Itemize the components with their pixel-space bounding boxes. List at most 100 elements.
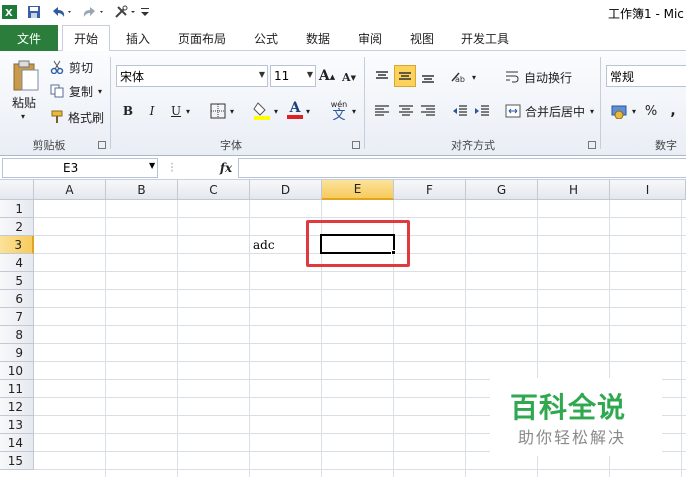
gridline xyxy=(34,217,686,218)
column-header-f[interactable]: F xyxy=(394,180,466,200)
column-header-b[interactable]: B xyxy=(106,180,178,200)
row-header-10[interactable]: 10 xyxy=(0,362,34,380)
tab-home[interactable]: 开始 xyxy=(62,25,110,52)
row-header-14[interactable]: 14 xyxy=(0,434,34,452)
column-header-h[interactable]: H xyxy=(538,180,610,200)
customize-qat-icon[interactable] xyxy=(140,3,150,21)
tab-view[interactable]: 视图 xyxy=(400,25,444,51)
column-header-g[interactable]: G xyxy=(466,180,538,200)
font-color-dropdown-icon[interactable]: ▾ xyxy=(304,103,312,119)
paste-dropdown-icon[interactable]: ▾ xyxy=(18,111,28,121)
row-header-8[interactable]: 8 xyxy=(0,326,34,344)
tab-page-layout[interactable]: 页面布局 xyxy=(170,25,234,51)
row-header-3[interactable]: 3 xyxy=(0,236,34,254)
formula-input[interactable] xyxy=(238,158,686,178)
orientation-dropdown-icon[interactable]: ▾ xyxy=(470,69,478,85)
row-header-1[interactable]: 1 xyxy=(0,200,34,218)
redo-icon[interactable] xyxy=(80,3,106,21)
gridline xyxy=(34,361,686,362)
increase-indent-icon[interactable] xyxy=(472,101,492,121)
wrap-text-button[interactable]: 自动换行 xyxy=(522,67,574,87)
column-header-a[interactable]: A xyxy=(34,180,106,200)
format-painter-button[interactable]: 格式刷 xyxy=(66,109,106,125)
font-launcher-icon[interactable] xyxy=(352,141,360,149)
insert-function-button[interactable]: fx xyxy=(216,159,236,177)
alignment-group-label: 对齐方式 xyxy=(451,139,495,152)
borders-icon[interactable] xyxy=(208,101,228,121)
underline-button[interactable]: U xyxy=(168,101,184,121)
bold-button[interactable]: B xyxy=(120,101,136,121)
comma-button[interactable]: , xyxy=(666,101,680,121)
grow-font-button[interactable]: A ▲ xyxy=(318,65,336,87)
column-header-d[interactable]: D xyxy=(250,180,322,200)
copy-dropdown-icon[interactable]: ▾ xyxy=(96,85,104,97)
phonetic-dropdown-icon[interactable]: ▾ xyxy=(350,103,358,119)
save-icon[interactable] xyxy=(26,3,42,21)
copy-button[interactable]: 复制 xyxy=(66,83,96,99)
paste-icon[interactable] xyxy=(8,57,42,93)
italic-button[interactable]: I xyxy=(144,101,160,121)
font-color-label: A xyxy=(289,100,301,116)
align-right-icon[interactable] xyxy=(418,101,438,121)
align-left-icon[interactable] xyxy=(372,101,392,121)
row-header-5[interactable]: 5 xyxy=(0,272,34,290)
tab-insert[interactable]: 插入 xyxy=(116,25,160,51)
row-header-13[interactable]: 13 xyxy=(0,416,34,434)
phonetic-button[interactable]: wén 文 xyxy=(326,97,352,123)
alignment-launcher-icon[interactable] xyxy=(588,141,596,149)
name-box[interactable]: E3 ▼ xyxy=(2,158,158,178)
row-header-4[interactable]: 4 xyxy=(0,254,34,272)
shrink-font-button[interactable]: A ▼ xyxy=(340,67,358,87)
svg-text:X: X xyxy=(5,8,13,19)
paste-button[interactable]: 粘贴 xyxy=(8,93,40,111)
undo-icon[interactable] xyxy=(48,3,74,21)
tools-icon[interactable] xyxy=(112,3,138,21)
column-header-e[interactable]: E xyxy=(322,180,394,200)
cell-d3[interactable]: adc xyxy=(253,238,275,252)
cut-button[interactable]: 剪切 xyxy=(66,59,96,75)
borders-dropdown-icon[interactable]: ▾ xyxy=(228,103,236,119)
column-header-i[interactable]: I xyxy=(610,180,686,200)
font-size-combo[interactable]: 11 ▼ xyxy=(270,65,316,87)
clipboard-group-label: 剪贴板 xyxy=(32,139,66,152)
currency-dropdown-icon[interactable]: ▾ xyxy=(630,103,638,119)
tab-data[interactable]: 数据 xyxy=(296,25,340,51)
row-header-11[interactable]: 11 xyxy=(0,380,34,398)
fill-color-icon[interactable] xyxy=(252,99,272,121)
tab-formulas[interactable]: 公式 xyxy=(244,25,288,51)
formula-bar-resize-icon[interactable]: ⁝ xyxy=(162,160,182,176)
underline-dropdown-icon[interactable]: ▾ xyxy=(184,103,192,119)
row-header-6[interactable]: 6 xyxy=(0,290,34,308)
number-format-combo[interactable]: 常规 xyxy=(606,65,686,87)
orientation-icon[interactable]: ab xyxy=(448,67,470,87)
percent-button[interactable]: % xyxy=(642,101,660,121)
wrap-text-icon xyxy=(504,67,520,87)
tab-file[interactable]: 文件 xyxy=(0,25,58,51)
formula-bar: E3 ▼ ⁝ fx xyxy=(0,157,686,180)
row-header-7[interactable]: 7 xyxy=(0,308,34,326)
merge-center-button[interactable]: 合并后居中 xyxy=(524,101,586,121)
font-name-combo[interactable]: 宋体 ▼ xyxy=(116,65,268,87)
merge-dropdown-icon[interactable]: ▾ xyxy=(588,103,596,119)
tab-review[interactable]: 审阅 xyxy=(348,25,392,51)
tab-developer[interactable]: 开发工具 xyxy=(454,25,516,51)
window-title: 工作簿1 - Mic xyxy=(608,7,684,21)
decrease-indent-icon[interactable] xyxy=(450,101,470,121)
align-middle-icon[interactable] xyxy=(394,65,416,87)
align-top-icon[interactable] xyxy=(372,67,392,87)
select-all-corner[interactable] xyxy=(0,180,34,200)
currency-icon[interactable] xyxy=(610,101,630,121)
watermark-title: 百科全说 xyxy=(510,391,627,424)
font-color-button[interactable]: A xyxy=(286,99,304,121)
group-separator xyxy=(364,57,365,149)
row-header-2[interactable]: 2 xyxy=(0,218,34,236)
align-center-icon[interactable] xyxy=(396,101,416,121)
row-header-12[interactable]: 12 xyxy=(0,398,34,416)
row-header-15[interactable]: 15 xyxy=(0,452,34,470)
align-bottom-icon[interactable] xyxy=(418,67,438,87)
row-header-9[interactable]: 9 xyxy=(0,344,34,362)
fill-color-dropdown-icon[interactable]: ▾ xyxy=(272,103,280,119)
merge-center-icon xyxy=(504,101,522,121)
column-header-c[interactable]: C xyxy=(178,180,250,200)
clipboard-launcher-icon[interactable] xyxy=(98,141,106,149)
